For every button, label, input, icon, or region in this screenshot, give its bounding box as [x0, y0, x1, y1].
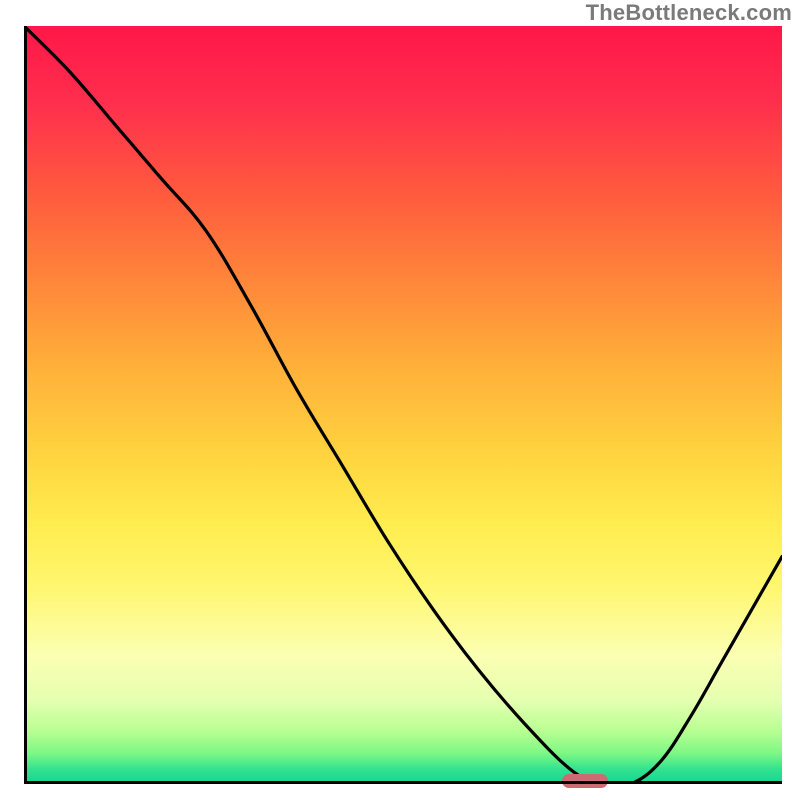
- gradient-background: [24, 26, 782, 784]
- watermark-text: TheBottleneck.com: [586, 0, 792, 26]
- chart-stage: TheBottleneck.com: [0, 0, 800, 800]
